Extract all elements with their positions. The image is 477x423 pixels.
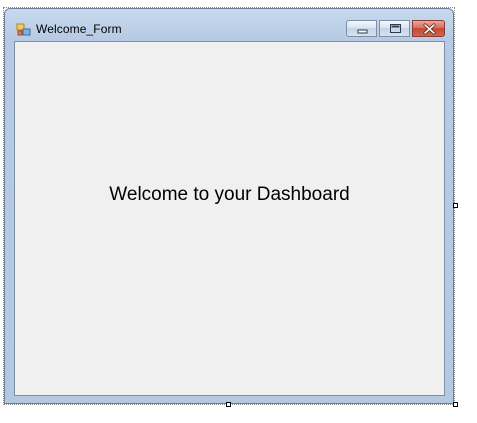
form-client-area[interactable]: Welcome to your Dashboard	[14, 41, 445, 396]
form-app-icon	[16, 22, 32, 38]
window-title: Welcome_Form	[36, 22, 122, 36]
form-window[interactable]: Welcome_Form Welcome to your Dashboard	[4, 8, 454, 404]
resize-grip-bottom[interactable]	[226, 402, 231, 407]
minimize-button[interactable]	[346, 20, 377, 37]
designer-surface: Welcome_Form Welcome to your Dashboard	[0, 0, 477, 423]
maximize-button[interactable]	[379, 20, 410, 37]
resize-grip-right[interactable]	[453, 203, 458, 208]
close-button[interactable]	[412, 20, 445, 37]
resize-grip-corner[interactable]	[453, 402, 458, 407]
welcome-label: Welcome to your Dashboard	[109, 184, 350, 205]
title-bar[interactable]: Welcome_Form	[5, 9, 453, 43]
caption-buttons	[344, 20, 445, 38]
